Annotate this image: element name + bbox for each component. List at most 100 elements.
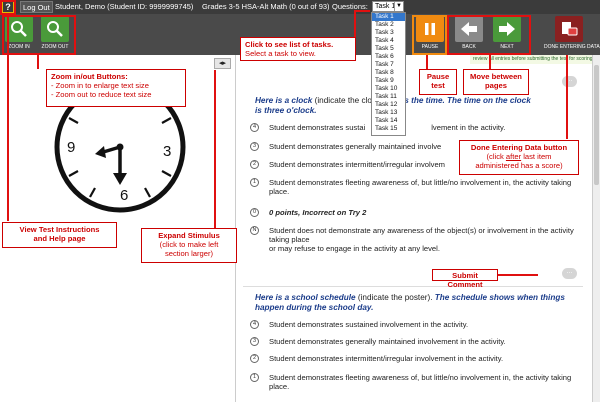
item1-prompt: Here is a clock (indicate the clock show… [255, 96, 585, 116]
expand-leader-line [214, 70, 216, 228]
score-badge: 3 [250, 337, 259, 346]
task-option[interactable]: Task 3 [372, 29, 405, 37]
score-badge: 1 [250, 178, 259, 187]
clock-numeral-9: 9 [67, 139, 75, 156]
done-annotation-line1: (click after last item [486, 152, 552, 161]
expand-annotation-title: Expand Stimulus [158, 231, 220, 240]
item2-option-4[interactable]: 4 Student demonstrates sustained involve… [250, 320, 582, 329]
document-done-icon [555, 16, 583, 42]
option-text: Student demonstrates sustained involveme… [269, 320, 469, 329]
help-annotation-line2: and Help page [33, 234, 86, 243]
item2-option-3[interactable]: 3 Student demonstrates generally maintai… [250, 337, 582, 346]
test-info: Grades 3-5 HSA-Alt Math (0 out of 93) [202, 2, 330, 11]
option-text: Student demonstrates intermittent/irregu… [269, 354, 504, 363]
done-label: DONE ENTERING DATA [544, 44, 600, 50]
score-badge: 0 [250, 208, 259, 217]
expand-annotation-line2: section larger) [164, 249, 214, 258]
logout-button[interactable]: Log Out [20, 1, 53, 13]
expand-stimulus-button[interactable]: ◂▸ [214, 58, 231, 69]
item1-option-0[interactable]: 0 0 points, Incorrect on Try 2 [250, 208, 582, 217]
done-leader-line [566, 55, 568, 139]
task-option[interactable]: Task 15 [372, 125, 405, 133]
top-bar: ? Log Out Student, Demo (Student ID: 999… [0, 0, 600, 14]
item2-option-1[interactable]: 1 Student demonstrates fleeting awarenes… [250, 373, 582, 391]
zoom-annotation: Zoom in/out Buttons: - Zoom in to enlarg… [46, 69, 186, 107]
tasks-annotation: Click to see list of tasks. Select a tas… [240, 37, 356, 61]
expand-annotation-line1: (click to make left [159, 240, 219, 249]
nav-leader-line [489, 55, 491, 69]
done-entering-data-button[interactable]: DONE ENTERING DATA [544, 16, 600, 53]
chevron-down-icon: ▼ [394, 2, 403, 11]
help-annotation-line1: View Test Instructions [19, 225, 100, 234]
score-badge: 2 [250, 160, 259, 169]
score-badge: N [250, 226, 259, 235]
option-text: 0 points, Incorrect on Try 2 [269, 208, 367, 217]
submit-comment-annotation: Submit Comment [432, 269, 498, 289]
tasks-leader-line-h [354, 10, 370, 12]
submit-leader-line [498, 274, 538, 276]
item1-option-n[interactable]: N Student does not demonstrate any aware… [250, 226, 582, 253]
comment-button[interactable]: ... [562, 268, 577, 279]
pause-annotation-line2: test [431, 81, 445, 90]
tasks-annotation-line: Select a task to view. [245, 49, 316, 58]
task-option[interactable]: Task 9 [372, 77, 405, 85]
move-annotation-line1: Move between [470, 72, 522, 81]
question-select-value: Task 1 [375, 3, 396, 10]
zoom-annotation-title: Zoom in/out Buttons: [51, 72, 128, 81]
task-option[interactable]: Task 7 [372, 61, 405, 69]
task-dropdown-list[interactable]: Task 1 Task 2 Task 3 Task 4 Task 5 Task 6 Task… [371, 12, 406, 136]
task-option[interactable]: Task 1 [372, 13, 405, 21]
question-select[interactable]: Task 1 ▼ [372, 1, 404, 12]
option-text: Student demonstrates generally maintaine… [269, 337, 506, 346]
item1-prompt-a: Here is a clock [255, 96, 313, 105]
task-option[interactable]: Task 2 [372, 21, 405, 29]
score-badge: 4 [250, 320, 259, 329]
item2-option-2[interactable]: 2 Student demonstrates intermittent/irre… [250, 354, 582, 363]
pause-annotation-line1: Pause [426, 72, 450, 81]
item-divider [243, 286, 583, 287]
task-option[interactable]: Task 6 [372, 53, 405, 61]
zoom-annotation-line1: - Zoom in to enlarge text size [51, 81, 149, 90]
done-annotation-title: Done Entering Data button [470, 143, 568, 152]
item2-prompt-a: Here is a school schedule [255, 293, 356, 302]
task-option[interactable]: Task 10 [372, 85, 405, 93]
clock-numeral-6: 6 [120, 187, 128, 204]
task-option[interactable]: Task 14 [372, 117, 405, 125]
task-option[interactable]: Task 11 [372, 93, 405, 101]
move-annotation-line2: pages [485, 81, 507, 90]
scrollbar[interactable] [592, 55, 600, 402]
task-option[interactable]: Task 4 [372, 37, 405, 45]
option-text: Student demonstrates fleeting awareness … [269, 373, 572, 391]
item1-prompt-d: is three o'clock. [255, 106, 317, 115]
zoom-leader-line [37, 55, 39, 69]
clock-numeral-3: 3 [163, 143, 171, 160]
pause-leader-line [426, 55, 428, 69]
student-info: Student, Demo (Student ID: 9999999745) [55, 2, 194, 11]
item2-prompt: Here is a school schedule (indicate the … [255, 293, 585, 313]
task-option[interactable]: Task 5 [372, 45, 405, 53]
move-annotation: Move between pages [463, 69, 529, 95]
score-badge: 4 [250, 123, 259, 132]
nav-highlight [447, 15, 531, 55]
done-annotation-line2: administered has a score) [475, 161, 563, 170]
option-text: Student demonstrates sustai lvement in th… [269, 123, 506, 132]
option-text: Student demonstrates fleeting awareness … [269, 178, 572, 196]
speech-bubble-icon: ... [566, 268, 573, 275]
task-option[interactable]: Task 8 [372, 69, 405, 77]
item1-option-4[interactable]: 4 Student demonstrates sustai lvement in … [250, 123, 582, 132]
task-option[interactable]: Task 13 [372, 109, 405, 117]
option-text: Student does not demonstrate any awarene… [269, 226, 574, 253]
done-annotation: Done Entering Data button (click after l… [459, 140, 579, 175]
tasks-annotation-title: Click to see list of tasks. [245, 40, 334, 49]
comment-button[interactable]: ... [562, 76, 577, 87]
item1-option-1[interactable]: 1 Student demonstrates fleeting awarenes… [250, 178, 582, 196]
expand-annotation: Expand Stimulus (click to make left sect… [141, 228, 237, 263]
help-highlight [0, 0, 16, 15]
score-badge: 3 [250, 142, 259, 151]
expand-arrows-icon: ◂▸ [218, 60, 227, 67]
zoom-annotation-line2: - Zoom out to reduce text size [51, 90, 152, 99]
pause-annotation: Pause test [419, 69, 457, 95]
scrollbar-thumb[interactable] [594, 65, 599, 185]
score-badge: 2 [250, 354, 259, 363]
task-option[interactable]: Task 12 [372, 101, 405, 109]
